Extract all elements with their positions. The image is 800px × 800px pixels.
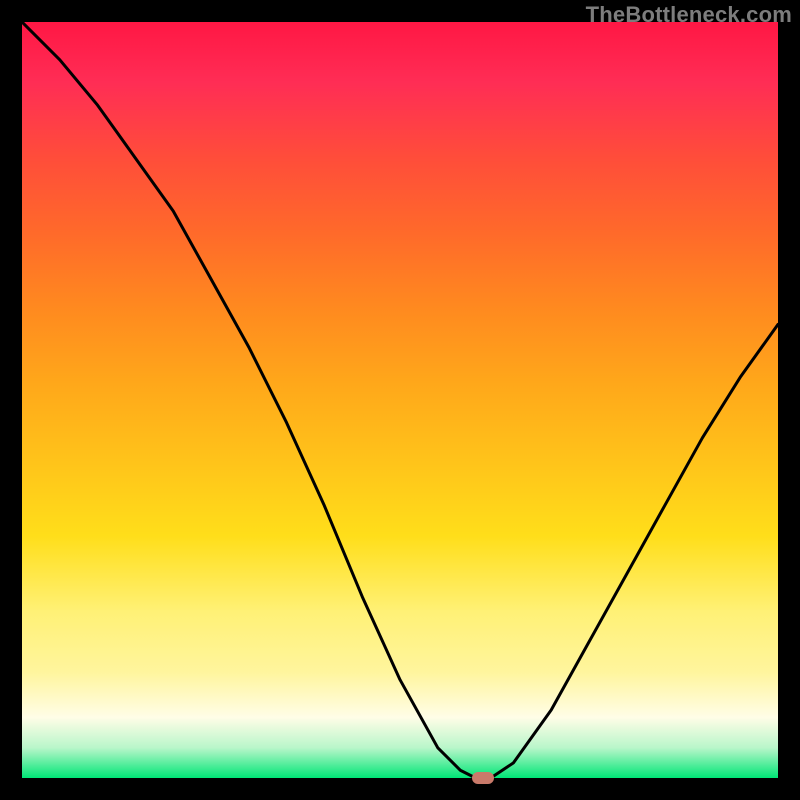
- chart-container: TheBottleneck.com: [0, 0, 800, 800]
- watermark-text: TheBottleneck.com: [586, 2, 792, 28]
- plot-area: [22, 22, 778, 778]
- bottleneck-curve: [22, 22, 778, 778]
- curve-svg: [22, 22, 778, 778]
- optimal-marker: [472, 772, 494, 784]
